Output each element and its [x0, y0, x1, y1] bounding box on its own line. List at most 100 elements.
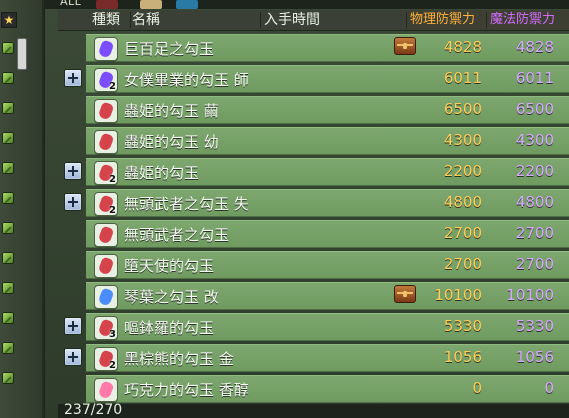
tab-all[interactable]: ALL	[60, 0, 81, 8]
expand-plus-icon[interactable]	[64, 348, 82, 366]
leaf-icon[interactable]	[2, 372, 14, 384]
table-row[interactable]: 巨百足之勾玉 4828 4828	[58, 32, 569, 62]
favorites-star-icon[interactable]: ★	[1, 12, 17, 28]
magatama-item-icon[interactable]: 2	[94, 347, 118, 371]
inventory-footer: 237/270	[58, 402, 569, 418]
magic-defense-value: 4300	[515, 131, 554, 149]
physical-defense-value: 6011	[443, 69, 482, 87]
col-name-header[interactable]: 名稱	[132, 10, 252, 30]
magatama-item-icon[interactable]	[94, 285, 118, 309]
item-name: 女僕畢業的勾玉 師	[124, 71, 249, 89]
physical-defense-value: 4300	[443, 131, 482, 149]
table-row[interactable]: 蟲姫的勾玉 繭 6500 6500	[58, 94, 569, 124]
magatama-item-icon[interactable]	[94, 99, 118, 123]
leaf-icon[interactable]	[2, 192, 14, 204]
table-row[interactable]: 2 蟲姫的勾玉 2200 2200	[58, 156, 569, 186]
col-phys-def-header[interactable]: 物理防禦力	[408, 10, 486, 30]
item-name: 巨百足之勾玉	[124, 40, 215, 58]
physical-defense-value: 5330	[443, 317, 482, 335]
physical-defense-value: 4828	[443, 38, 482, 56]
col-type-header[interactable]: 種類	[92, 10, 128, 30]
table-row[interactable]: 2 無頭武者之勾玉 失 4800 4800	[58, 187, 569, 217]
magic-defense-value: 0	[544, 379, 554, 397]
stack-count: 2	[109, 360, 116, 371]
tab-weapon-icon[interactable]	[96, 0, 118, 9]
magic-defense-value: 10100	[506, 286, 554, 304]
table-row[interactable]: 蟲姫的勾玉 幼 4300 4300	[58, 125, 569, 155]
tab-magatama-icon[interactable]	[176, 0, 198, 9]
magatama-gem-icon	[97, 380, 115, 400]
left-side-panel: ★	[0, 0, 45, 418]
magic-defense-value: 4828	[515, 38, 554, 56]
table-row[interactable]: 墮天使的勾玉 2700 2700	[58, 249, 569, 279]
magic-defense-value: 2700	[515, 255, 554, 273]
magic-defense-value: 2700	[515, 224, 554, 242]
magic-defense-value: 6500	[515, 100, 554, 118]
magatama-table: 巨百足之勾玉 4828 4828 2 女僕畢業的勾玉 師 6011 6011 蟲…	[58, 32, 569, 410]
magatama-gem-icon	[97, 101, 115, 121]
magatama-gem-icon	[97, 225, 115, 245]
inventory-count: 237/270	[64, 402, 123, 418]
magic-defense-value: 4800	[515, 193, 554, 211]
magatama-item-icon[interactable]	[94, 378, 118, 402]
expand-plus-icon[interactable]	[64, 162, 82, 180]
magatama-item-icon[interactable]: 3	[94, 316, 118, 340]
magatama-item-icon[interactable]	[94, 37, 118, 61]
physical-defense-value: 6500	[443, 100, 482, 118]
table-row[interactable]: 2 女僕畢業的勾玉 師 6011 6011	[58, 63, 569, 93]
physical-defense-value: 2700	[443, 224, 482, 242]
leaf-icon[interactable]	[2, 312, 14, 324]
leaf-icon[interactable]	[2, 282, 14, 294]
column-separator	[260, 12, 261, 28]
tab-armor-icon[interactable]	[140, 0, 162, 9]
stack-count: 2	[109, 81, 116, 92]
physical-defense-value: 1056	[443, 348, 482, 366]
panel-divider	[42, 0, 44, 418]
item-name: 黑棕熊的勾玉 金	[124, 350, 234, 368]
magatama-gem-icon	[97, 39, 115, 59]
col-mag-def-header[interactable]: 魔法防禦力	[488, 10, 569, 30]
leaf-icon[interactable]	[2, 252, 14, 264]
item-name: 蟲姫的勾玉 繭	[124, 102, 219, 120]
leaf-icon[interactable]	[2, 342, 14, 354]
leaf-icon[interactable]	[2, 162, 14, 174]
magatama-item-icon[interactable]: 2	[94, 68, 118, 92]
left-scrollbar-thumb[interactable]	[17, 38, 27, 70]
table-row[interactable]: 琴葉之勾玉 改 10100 10100	[58, 280, 569, 310]
magatama-item-icon[interactable]	[94, 130, 118, 154]
leaf-icon[interactable]	[2, 222, 14, 234]
physical-defense-value: 2700	[443, 255, 482, 273]
item-name: 琴葉之勾玉 改	[124, 288, 219, 306]
expand-plus-icon[interactable]	[64, 69, 82, 87]
expand-plus-icon[interactable]	[64, 193, 82, 211]
stack-count: 2	[109, 174, 116, 185]
magatama-gem-icon	[97, 287, 115, 307]
physical-defense-value: 0	[472, 379, 482, 397]
magatama-item-icon[interactable]: 2	[94, 161, 118, 185]
leaf-icon[interactable]	[2, 132, 14, 144]
magic-defense-value: 6011	[515, 69, 554, 87]
item-name: 蟲姫的勾玉	[124, 164, 200, 182]
col-acquired-header[interactable]: 入手時間	[264, 10, 404, 30]
item-name: 嘔鉢羅的勾玉	[124, 319, 215, 337]
expand-plus-icon[interactable]	[64, 317, 82, 335]
table-row[interactable]: 3 嘔鉢羅的勾玉 5330 5330	[58, 311, 569, 341]
inventory-window: ★ ALL 種類 名稱 入手時間 物理防禦力 魔法防禦力 巨百足之勾玉 4828…	[0, 0, 569, 418]
item-name: 巧克力的勾玉 香醇	[124, 381, 249, 399]
leaf-icon[interactable]	[2, 102, 14, 114]
item-name: 墮天使的勾玉	[124, 257, 215, 275]
magatama-item-icon[interactable]: 2	[94, 192, 118, 216]
physical-defense-value: 10100	[434, 286, 482, 304]
column-separator	[406, 12, 407, 28]
top-tab-strip: ALL	[44, 0, 569, 9]
leaf-icon[interactable]	[2, 72, 14, 84]
table-row[interactable]: 無頭武者之勾玉 2700 2700	[58, 218, 569, 248]
column-separator	[130, 12, 131, 28]
table-row[interactable]: 巧克力的勾玉 香醇 0 0	[58, 373, 569, 403]
stack-count: 2	[109, 205, 116, 216]
table-row[interactable]: 2 黑棕熊的勾玉 金 1056 1056	[58, 342, 569, 372]
leaf-icon[interactable]	[2, 42, 14, 54]
magatama-item-icon[interactable]	[94, 254, 118, 278]
physical-defense-value: 2200	[443, 162, 482, 180]
magatama-item-icon[interactable]	[94, 223, 118, 247]
